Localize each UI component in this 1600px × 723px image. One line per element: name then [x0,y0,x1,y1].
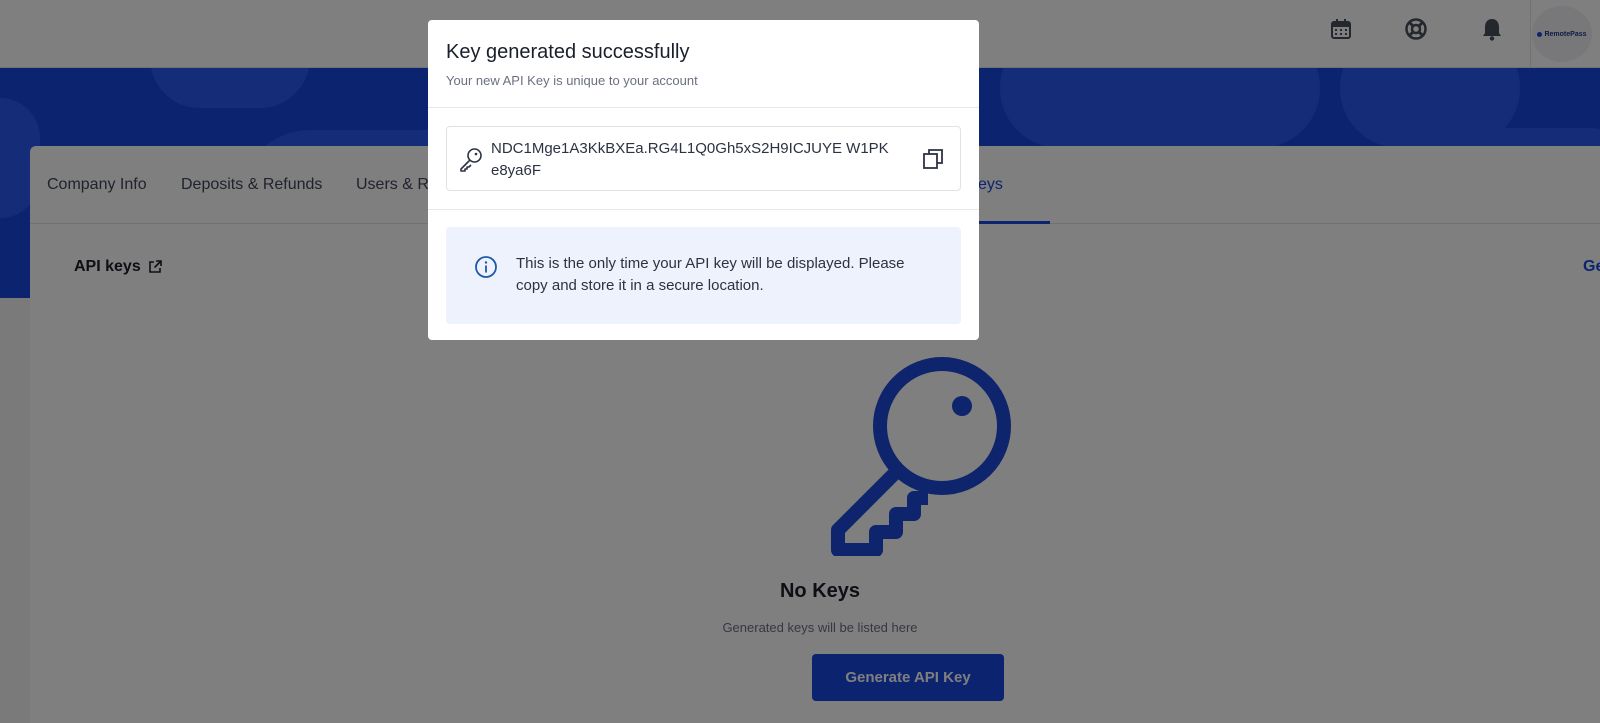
key-generated-modal: Key generated successfully Your new API … [428,20,979,340]
info-alert: This is the only time your API key will … [446,227,961,324]
api-key-field: NDC1Mge1A3KkBXEa.RG4L1Q0Gh5xS2H9ICJUYE W… [446,126,961,191]
api-key-value[interactable]: NDC1Mge1A3KkBXEa.RG4L1Q0Gh5xS2H9ICJUYE W… [491,138,891,182]
info-message: This is the only time your API key will … [516,255,905,294]
modal-subtitle: Your new API Key is unique to your accou… [446,73,698,88]
modal-divider [428,209,979,210]
copy-icon[interactable] [921,147,945,171]
key-icon [460,148,482,172]
modal-header: Key generated successfully Your new API … [428,20,979,108]
info-icon [475,256,497,278]
modal-title: Key generated successfully [446,41,690,63]
